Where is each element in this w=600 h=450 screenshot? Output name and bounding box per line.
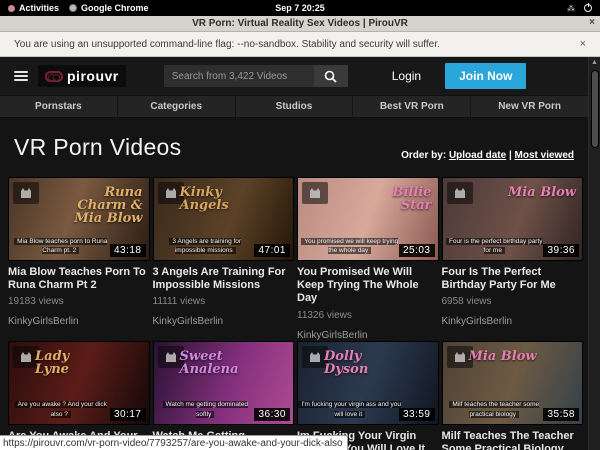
video-card[interactable]: Runa Charm & Mia Blow Mia Blow teaches p… (8, 177, 150, 341)
duration-badge: 47:01 (254, 244, 290, 257)
thumbnail-overlay-name: Runa Charm & Mia Blow (73, 186, 143, 225)
search-icon (324, 70, 337, 83)
desktop-top-bar: Activities Google Chrome Sep 7 20:25 ⁂ (0, 0, 600, 16)
vr-goggles-icon (45, 71, 63, 82)
thumbnail-overlay-name: Lady Lyne (35, 350, 105, 376)
video-card[interactable]: Dolly Dyson I'm fucking your virgin ass … (297, 341, 439, 450)
video-title-link[interactable]: Milf Teaches The Teacher Some Practical … (442, 430, 584, 450)
video-thumbnail[interactable]: Sweet Analena Watch me getting dominated… (153, 341, 295, 425)
site-header: pirouvr Login Join Now (0, 57, 588, 95)
video-thumbnail[interactable]: Mia Blow Milf teaches the teacher some p… (442, 341, 584, 425)
duration-badge: 33:59 (399, 408, 435, 421)
video-thumbnail[interactable]: Mia Blow Four is the perfect birthday pa… (442, 177, 584, 261)
power-icon[interactable] (584, 4, 592, 12)
logo-text: pirouvr (67, 68, 119, 84)
page-scrollbar[interactable]: ▲ (588, 57, 600, 450)
thumbnail-caption: 3 Angels are training for impossible mis… (154, 237, 258, 257)
network-icon[interactable]: ⁂ (567, 4, 574, 13)
video-card[interactable]: Mia Blow Milf teaches the teacher some p… (442, 341, 584, 450)
scroll-up-arrow-icon[interactable]: ▲ (589, 57, 600, 69)
nav-item-new-vr-porn[interactable]: New VR Porn (471, 96, 588, 117)
web-page: pirouvr Login Join Now Pornstars Categor… (0, 57, 588, 450)
thumbnail-caption: Are you awake ? And your dick also ? (9, 400, 113, 420)
duration-badge: 30:17 (110, 408, 146, 421)
studio-cat-logo-icon (13, 182, 39, 204)
search-button[interactable] (314, 65, 348, 87)
nav-item-pornstars[interactable]: Pornstars (0, 96, 118, 117)
thumbnail-caption: Mia Blow teaches porn to Runa Charm pt. … (9, 237, 113, 257)
search-input[interactable] (164, 65, 314, 87)
login-link[interactable]: Login (392, 69, 421, 83)
video-thumbnail[interactable]: Dolly Dyson I'm fucking your virgin ass … (297, 341, 439, 425)
join-now-button[interactable]: Join Now (445, 63, 526, 89)
duration-badge: 35:58 (543, 408, 579, 421)
video-thumbnail[interactable]: Billie Star You promised we will keep tr… (297, 177, 439, 261)
video-card[interactable]: Sweet Analena Watch me getting dominated… (153, 341, 295, 450)
thumbnail-overlay-name: Mia Blow (508, 186, 576, 199)
thumbnail-overlay-name: Kinky Angels (180, 186, 250, 212)
view-count: 19183 views (8, 296, 150, 307)
thumbnail-caption: You promised we will keep trying the who… (298, 237, 402, 257)
thumbnail-overlay-name: Dolly Dyson (324, 350, 394, 376)
duration-badge: 39:36 (543, 244, 579, 257)
main-nav: Pornstars Categories Studios Best VR Por… (0, 95, 588, 118)
status-url: https://pirouvr.com/vr-porn-video/779325… (3, 438, 343, 449)
video-card[interactable]: Kinky Angels 3 Angels are training for i… (153, 177, 295, 341)
nav-item-studios[interactable]: Studios (236, 96, 354, 117)
video-card[interactable]: Mia Blow Four is the perfect birthday pa… (442, 177, 584, 341)
thumbnail-caption: I'm fucking your virgin ass and you will… (298, 400, 402, 420)
scrollbar-thumb[interactable] (591, 70, 599, 148)
video-title-link[interactable]: Mia Blow Teaches Porn To Runa Charm Pt 2 (8, 266, 150, 292)
view-count: 11326 views (297, 310, 439, 321)
order-by-label: Order by: (401, 150, 446, 161)
order-most-viewed-link[interactable]: Most viewed (515, 150, 574, 161)
video-title-link[interactable]: You Promised We Will Keep Trying The Who… (297, 266, 439, 306)
duration-badge: 43:18 (110, 244, 146, 257)
clock[interactable]: Sep 7 20:25 (0, 3, 600, 13)
menu-icon[interactable] (14, 71, 28, 81)
video-card[interactable]: Lady Lyne Are you awake ? And your dick … (8, 341, 150, 450)
window-title-bar: VR Porn: Virtual Reality Sex Videos | Pi… (0, 16, 600, 32)
view-count: 6958 views (442, 296, 584, 307)
infobar-message: You are using an unsupported command-lin… (14, 39, 440, 50)
nav-item-categories[interactable]: Categories (118, 96, 236, 117)
studio-link[interactable]: KinkyGirlsBerlin (153, 316, 295, 327)
studio-link[interactable]: KinkyGirlsBerlin (8, 316, 150, 327)
studio-cat-logo-icon (447, 182, 473, 204)
thumbnail-caption: Watch me getting dominated softly (154, 400, 258, 420)
view-count: 11111 views (153, 296, 295, 307)
thumbnail-overlay-name: Sweet Analena (180, 350, 250, 376)
video-title-link[interactable]: Four Is The Perfect Birthday Party For M… (442, 266, 584, 292)
infobar-close-icon[interactable]: × (580, 38, 586, 50)
thumbnail-overlay-name: Mia Blow (469, 350, 537, 363)
site-logo[interactable]: pirouvr (38, 65, 126, 87)
status-url-tooltip: https://pirouvr.com/vr-porn-video/779325… (0, 435, 348, 450)
order-upload-date-link[interactable]: Upload date (449, 150, 506, 161)
thumbnail-caption: Four is the perfect birthday party for m… (443, 237, 547, 257)
thumbnail-caption: Milf teaches the teacher some practical … (443, 400, 547, 420)
window-close-icon[interactable]: × (589, 17, 595, 28)
thumbnail-overlay-name: Billie Star (362, 186, 432, 212)
video-card[interactable]: Billie Star You promised we will keep tr… (297, 177, 439, 341)
video-title-link[interactable]: 3 Angels Are Training For Impossible Mis… (153, 266, 295, 292)
chrome-infobar: You are using an unsupported command-lin… (0, 32, 600, 57)
video-grid: Runa Charm & Mia Blow Mia Blow teaches p… (0, 173, 588, 450)
order-by: Order by: Upload date | Most viewed (401, 150, 574, 161)
studio-cat-logo-icon (302, 182, 328, 204)
video-thumbnail[interactable]: Lady Lyne Are you awake ? And your dick … (8, 341, 150, 425)
studio-link[interactable]: KinkyGirlsBerlin (442, 316, 584, 327)
duration-badge: 36:30 (254, 408, 290, 421)
studio-link[interactable]: KinkyGirlsBerlin (297, 330, 439, 341)
window-title: VR Porn: Virtual Reality Sex Videos | Pi… (192, 18, 408, 29)
page-title: VR Porn Videos (14, 134, 181, 161)
video-thumbnail[interactable]: Kinky Angels 3 Angels are training for i… (153, 177, 295, 261)
duration-badge: 25:03 (399, 244, 435, 257)
nav-item-best-vr-porn[interactable]: Best VR Porn (353, 96, 471, 117)
video-thumbnail[interactable]: Runa Charm & Mia Blow Mia Blow teaches p… (8, 177, 150, 261)
